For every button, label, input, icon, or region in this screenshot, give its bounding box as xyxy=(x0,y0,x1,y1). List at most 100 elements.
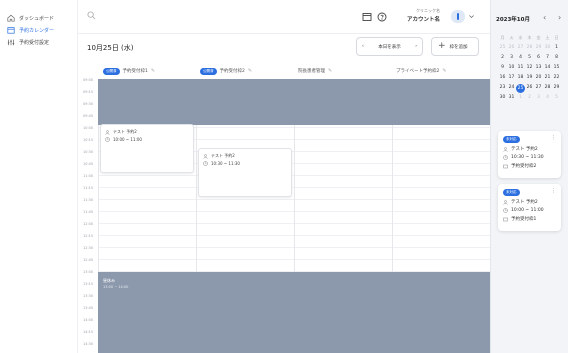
calendar-day[interactable]: 5 xyxy=(552,93,561,103)
blocked-slot[interactable] xyxy=(98,79,490,125)
calendar-day[interactable]: 11 xyxy=(516,63,525,73)
calendar-day[interactable]: 2 xyxy=(525,93,534,103)
calendar-day[interactable]: 4 xyxy=(516,53,525,63)
person-icon xyxy=(105,129,110,135)
calendar-day[interactable]: 27 xyxy=(516,43,525,53)
column-header[interactable]: プライベート予約枠2 ✎ xyxy=(396,64,447,78)
status-badge: 公開済 xyxy=(103,67,120,75)
time-label: 09:30 xyxy=(83,102,94,106)
chevron-right-icon[interactable]: › xyxy=(558,13,561,22)
window-icon[interactable] xyxy=(362,12,372,22)
reservation-event[interactable]: テスト 予約2 10:00 ~ 11:00 xyxy=(100,124,194,173)
calendar-day[interactable]: 3 xyxy=(534,93,543,103)
calendar-day[interactable]: 14 xyxy=(543,63,552,73)
calendar-day[interactable]: 5 xyxy=(525,53,534,63)
slot-icon xyxy=(503,217,508,221)
chevron-down-icon[interactable] xyxy=(468,13,475,20)
lunch-break-slot[interactable]: 昼休み 13:00 ~ 14:00 xyxy=(98,272,490,353)
calendar-day[interactable]: 31 xyxy=(507,93,516,103)
column-label: プライベート予約枠2 xyxy=(396,69,440,74)
sidebar-item-reservation-settings[interactable]: 予約受付設定 xyxy=(0,36,77,48)
calendar-day[interactable]: 30 xyxy=(498,93,507,103)
calendar-day[interactable]: 20 xyxy=(534,73,543,83)
chevron-left-icon[interactable]: ‹ xyxy=(543,13,546,22)
next-day-icon[interactable]: › xyxy=(415,44,417,49)
calendar-day[interactable]: 1 xyxy=(552,43,561,53)
edit-icon[interactable]: ✎ xyxy=(328,68,332,74)
time-label: 12:15 xyxy=(83,234,94,238)
calendar-icon xyxy=(7,27,15,34)
sidebar-item-dashboard[interactable]: ダッシュボード xyxy=(0,12,77,24)
column-header[interactable]: 公開済 予約受付枠2 ✎ xyxy=(200,64,252,78)
calendar-day[interactable]: 1 xyxy=(516,93,525,103)
calendar-day[interactable]: 17 xyxy=(507,73,516,83)
show-today-button[interactable]: ‹ 本日を表示 › xyxy=(356,37,423,56)
calendar-day[interactable]: 30 xyxy=(543,43,552,53)
reservation-card[interactable]: 未対応 ⋮ テスト 予約2 10:30 ~ 11:30 予約受付枠2 xyxy=(498,131,561,178)
calendar-day[interactable]: 4 xyxy=(543,93,552,103)
calendar-day[interactable]: 13 xyxy=(534,63,543,73)
time-label: 09:15 xyxy=(83,90,94,94)
calendar-day[interactable]: 27 xyxy=(534,83,543,93)
calendar-day[interactable]: 16 xyxy=(498,73,507,83)
calendar-day[interactable]: 26 xyxy=(525,83,534,93)
column-header[interactable]: 公開済 予約受付枠1 ✎ xyxy=(103,64,155,78)
event-patient: テスト 予約2 xyxy=(211,153,235,158)
sidebar-item-calendar[interactable]: 予約カレンダー xyxy=(0,24,77,36)
more-menu-icon[interactable]: ⋮ xyxy=(551,135,556,141)
calendar-day[interactable]: 22 xyxy=(552,73,561,83)
calendar-day[interactable]: 18 xyxy=(516,73,525,83)
calendar-day[interactable]: 29 xyxy=(552,83,561,93)
edit-icon[interactable]: ✎ xyxy=(442,68,446,74)
time-label: 11:15 xyxy=(83,186,94,190)
time-label: 14:00 xyxy=(83,318,94,322)
calendar-day[interactable]: 3 xyxy=(507,53,516,63)
calendar-day[interactable]: 2 xyxy=(498,53,507,63)
help-icon[interactable] xyxy=(377,12,387,22)
slot-icon xyxy=(503,164,508,168)
week-row: 2345678 xyxy=(498,53,561,63)
mini-calendar[interactable]: 月火水木金土日 25 26 27 28 29 30 1 2 3 4 5 6 7 8 9 10 11 12 13 14 15… xyxy=(498,33,561,103)
calendar-day[interactable]: 8 xyxy=(552,53,561,63)
calendar-day[interactable]: 23 xyxy=(498,83,507,93)
calendar-day[interactable]: 28 xyxy=(543,83,552,93)
calendar-day[interactable]: 19 xyxy=(525,73,534,83)
calendar-day[interactable]: 24 xyxy=(507,83,516,93)
weekday-label: 水 xyxy=(518,35,523,40)
week-row: 25 26 27 28 29 30 1 xyxy=(498,43,561,53)
calendar-day[interactable]: 15 xyxy=(552,63,561,73)
add-slot-button[interactable]: + 枠を追加 xyxy=(431,37,479,56)
prev-day-icon[interactable]: ‹ xyxy=(362,44,364,49)
calendar-day[interactable]: 9 xyxy=(498,63,507,73)
account-info[interactable]: クリニック名 アカウント名 xyxy=(396,8,440,23)
calendar-day[interactable]: 7 xyxy=(543,53,552,63)
edit-icon[interactable]: ✎ xyxy=(248,68,252,74)
calendar-grid[interactable]: 09:00 09:15 09:30 09:45 10:00 10:15 10:30 10:45… xyxy=(80,78,490,353)
calendar-day[interactable]: 10 xyxy=(507,63,516,73)
more-menu-icon[interactable]: ⋮ xyxy=(551,188,556,194)
time-label: 14:15 xyxy=(83,330,94,334)
person-icon xyxy=(203,153,208,159)
time-label: 09:00 xyxy=(83,78,94,82)
time-label: 13:30 xyxy=(83,294,94,298)
calendar-day[interactable]: 6 xyxy=(534,53,543,63)
calendar-day[interactable]: 28 xyxy=(525,43,534,53)
clinic-name: クリニック名 xyxy=(416,8,440,13)
calendar-day[interactable]: 21 xyxy=(543,73,552,83)
calendar-day[interactable]: 25 xyxy=(498,43,507,53)
calendar-day[interactable]: 25 xyxy=(516,83,525,93)
time-label: 14:30 xyxy=(83,342,94,346)
calendar-day[interactable]: 29 xyxy=(534,43,543,53)
column-label: 院長患者管理 xyxy=(298,69,325,74)
time-label: 09:45 xyxy=(83,114,94,118)
calendar-day[interactable]: 26 xyxy=(507,43,516,53)
person-icon xyxy=(503,146,508,152)
reservation-event[interactable]: テスト 予約2 10:30 ~ 11:30 xyxy=(198,148,292,197)
avatar[interactable] xyxy=(451,10,465,23)
reservation-card[interactable]: 未対応 ⋮ テスト 予約2 10:00 ~ 11:00 予約受付枠1 xyxy=(498,184,561,231)
search-icon[interactable] xyxy=(87,11,96,20)
edit-icon[interactable]: ✎ xyxy=(151,68,155,74)
weekday-label: 土 xyxy=(545,35,550,40)
column-header[interactable]: 院長患者管理 ✎ xyxy=(298,64,332,78)
calendar-day[interactable]: 12 xyxy=(525,63,534,73)
